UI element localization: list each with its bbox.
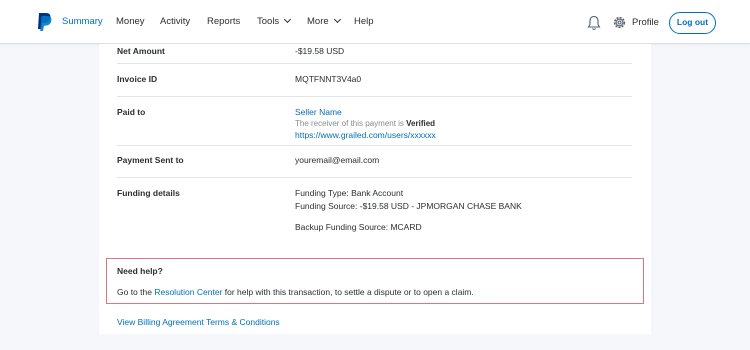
divider bbox=[117, 63, 632, 64]
payment-sent-to-label: Payment Sent to bbox=[117, 155, 184, 165]
verified-prefix: The receiver of this payment is bbox=[295, 119, 407, 128]
net-amount-value: -$19.58 USD bbox=[295, 46, 345, 56]
need-help-title: Need help? bbox=[117, 266, 163, 276]
need-help-text: Go to the Resolution Center for help wit… bbox=[117, 287, 474, 297]
invoice-id-label: Invoice ID bbox=[117, 74, 158, 84]
funding-details-label: Funding details bbox=[117, 188, 180, 198]
chevron-down-icon bbox=[333, 15, 341, 24]
nav-help[interactable]: Help bbox=[354, 16, 374, 28]
billing-agreement-link[interactable]: View Billing Agreement Terms & Condition… bbox=[117, 317, 280, 327]
funding-type: Funding Type: Bank Account bbox=[295, 188, 404, 198]
paid-to-label: Paid to bbox=[117, 107, 146, 117]
nav-more[interactable]: More bbox=[307, 15, 341, 28]
nav-more-label: More bbox=[307, 16, 329, 27]
help-text-after: for help with this transaction, to settl… bbox=[222, 287, 474, 297]
nav-reports[interactable]: Reports bbox=[207, 16, 240, 28]
invoice-id-value: MQTFNNT3V4a0 bbox=[295, 74, 362, 84]
verified-word: Verified bbox=[406, 119, 436, 128]
funding-source: Funding Source: -$19.58 USD - JPMORGAN C… bbox=[295, 201, 522, 211]
seller-url-link[interactable]: https://www.grailed.com/users/xxxxxx bbox=[295, 130, 436, 140]
nav-activity[interactable]: Activity bbox=[160, 16, 190, 28]
nav-summary[interactable]: Summary bbox=[62, 16, 103, 28]
need-help-box: Need help? Go to the Resolution Center f… bbox=[106, 258, 644, 304]
net-amount-label: Net Amount bbox=[117, 46, 165, 56]
seller-name-link[interactable]: Seller Name bbox=[295, 107, 342, 117]
payment-sent-to-value: youremail@email.com bbox=[295, 155, 380, 165]
help-text-before: Go to the bbox=[117, 287, 155, 297]
divider bbox=[117, 96, 632, 97]
backup-funding-source: Backup Funding Source: MCARD bbox=[295, 222, 422, 232]
bell-icon[interactable] bbox=[587, 15, 601, 31]
divider bbox=[117, 177, 632, 178]
nav-tools[interactable]: Tools bbox=[257, 15, 292, 28]
chevron-down-icon bbox=[284, 15, 292, 24]
paypal-logo-icon[interactable] bbox=[36, 12, 52, 32]
divider bbox=[117, 145, 632, 146]
top-navigation: Summary Money Activity Reports Tools Mor… bbox=[0, 0, 750, 44]
logout-button[interactable]: Log out bbox=[669, 12, 716, 34]
nav-money[interactable]: Money bbox=[116, 16, 145, 28]
verified-status: The receiver of this payment is Verified bbox=[295, 119, 435, 128]
nav-tools-label: Tools bbox=[257, 16, 280, 27]
gear-icon[interactable] bbox=[612, 15, 627, 30]
profile-link[interactable]: Profile bbox=[632, 17, 659, 28]
resolution-center-link[interactable]: Resolution Center bbox=[154, 287, 222, 297]
